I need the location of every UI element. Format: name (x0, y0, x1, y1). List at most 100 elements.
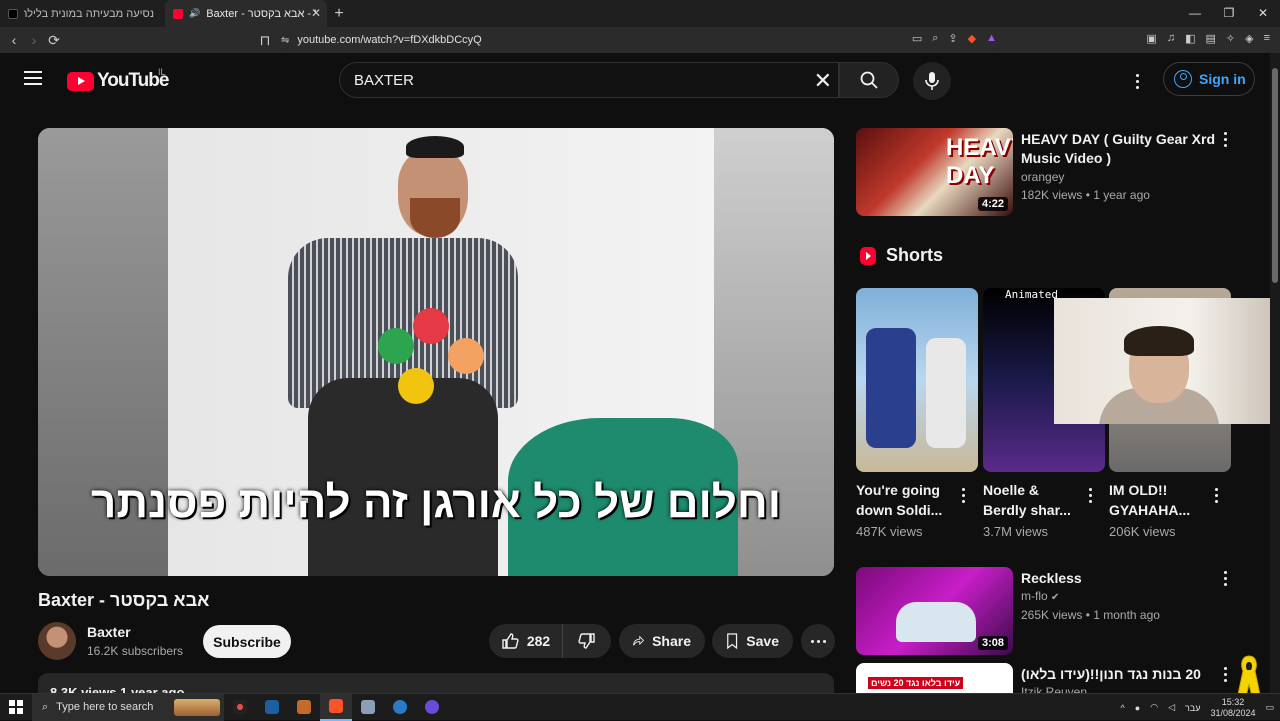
brave-browser-icon[interactable] (320, 693, 352, 721)
bookmark-save-icon (727, 633, 738, 650)
recommended-video[interactable]: HEAVYDAY 4:22 HEAVY DAY ( Guilty Gear Xr… (856, 128, 1256, 220)
short-menu-icon[interactable] (1087, 488, 1093, 503)
country-code: IL (158, 67, 166, 77)
steam-icon[interactable] (256, 694, 288, 721)
new-tab-button[interactable]: + (327, 5, 351, 23)
leo-icon[interactable]: ✧ (1226, 32, 1235, 45)
browser-menu-icon[interactable]: ≡ (1264, 32, 1270, 45)
short-views: 487K views (856, 524, 923, 539)
video-player[interactable]: וחלום של כל אורגן זה להיות פסנתר (38, 128, 834, 576)
brave-rewards-icon[interactable]: ▲ (986, 32, 997, 45)
forward-icon[interactable]: › (24, 32, 44, 48)
short-thumbnail[interactable] (856, 288, 978, 472)
recommended-video[interactable]: עידו בלאו נגד 20 נשים 20 בנות נגד חנון!!… (856, 663, 1256, 693)
rec-channel[interactable]: m-flo ✔ (1021, 589, 1059, 603)
scrollbar-thumb[interactable] (1272, 68, 1278, 283)
taskbar-app[interactable] (352, 694, 384, 721)
taskbar-search[interactable]: ⌕ Type here to search (32, 693, 224, 721)
short-views: 3.7M views (983, 524, 1049, 539)
minimize-icon[interactable]: — (1178, 0, 1212, 27)
sign-in-button[interactable]: Sign in (1163, 62, 1255, 96)
rec-title[interactable]: 20 בנות נגד חנון!!(עידו בלאו) (1021, 665, 1221, 684)
browser-tab-active[interactable]: 🔊 Baxter - אבא בקסטר - YouTube ✕ (165, 0, 327, 27)
short-title[interactable]: You're going down Soldi... (856, 480, 956, 520)
more-actions-button[interactable] (801, 624, 835, 658)
short-title[interactable]: IM OLD!! GYAHAHA... (1109, 480, 1209, 520)
reload-icon[interactable]: ⟳ (44, 32, 64, 49)
share-button[interactable]: Share (619, 624, 705, 658)
windows-logo-icon (9, 700, 23, 714)
search-input[interactable] (354, 71, 794, 89)
settings-more-icon[interactable] (1127, 69, 1147, 93)
video-thumbnail[interactable]: עידו בלאו נגד 20 נשים (856, 663, 1013, 693)
url-text[interactable]: youtube.com/watch?v=fDXdkbDCcyQ (297, 34, 481, 46)
short-title[interactable]: Noelle & Berdly shar... (983, 480, 1083, 520)
channel-name[interactable]: Baxter (87, 624, 131, 640)
clear-search-icon[interactable]: ✕ (814, 68, 832, 94)
taskbar-app[interactable] (416, 694, 448, 721)
share-page-icon[interactable]: ⇪ (948, 32, 957, 45)
hamburger-menu-icon[interactable] (24, 71, 42, 85)
video-thumbnail[interactable]: HEAVYDAY 4:22 (856, 128, 1013, 216)
rec-menu-icon[interactable] (1222, 132, 1228, 150)
restore-icon[interactable]: ❐ (1212, 0, 1246, 27)
like-button[interactable]: 282 (489, 624, 563, 658)
vpn-icon[interactable]: ◈ (1245, 32, 1253, 45)
cast-icon[interactable]: ▭ (912, 32, 922, 45)
rec-title[interactable]: HEAVY DAY ( Guilty Gear Xrd Music Video … (1021, 130, 1221, 168)
page-scrollbar[interactable] (1270, 53, 1280, 693)
system-tray: ^ ● ◠ ◁ עבר 15:32 31/08/2024 ▭ (1121, 694, 1280, 721)
tab-label: נסיעה מבעיתה במונית בלילה עם נהג (24, 7, 154, 20)
voice-search-button[interactable] (913, 62, 951, 100)
shorts-header: Shorts (860, 245, 943, 266)
video-thumbnail[interactable]: 3:08 (856, 567, 1013, 655)
clock[interactable]: 15:32 31/08/2024 (1210, 697, 1255, 719)
brave-shield-icon[interactable]: ◆ (968, 32, 976, 45)
sidebar-icon[interactable]: ▣ (1146, 32, 1156, 45)
browser-tab[interactable]: נסיעה מבעיתה במונית בלילה עם נהג (0, 0, 165, 27)
microphone-tray-icon[interactable]: ● (1135, 703, 1140, 713)
site-info-icon[interactable]: ⇋ (281, 35, 289, 46)
rec-title[interactable]: Reckless (1021, 569, 1221, 588)
thumb-art-text: Animated (1005, 288, 1058, 301)
thumbs-up-icon (502, 633, 519, 649)
ccleaner-icon[interactable] (384, 694, 416, 721)
volume-icon[interactable]: ◁ (1168, 702, 1175, 713)
short-menu-icon[interactable] (1213, 488, 1219, 503)
notification-icon[interactable]: ▭ (1265, 702, 1274, 713)
short-item[interactable]: You're going down Soldi... 487K views (856, 288, 978, 539)
close-window-icon[interactable]: ✕ (1246, 0, 1280, 27)
save-button[interactable]: Save (712, 624, 793, 658)
youtube-favicon-icon (173, 8, 183, 19)
rec-menu-icon[interactable] (1222, 571, 1228, 589)
channel-avatar[interactable] (38, 622, 76, 660)
zoom-icon[interactable]: ⌕ (932, 32, 938, 45)
short-menu-icon[interactable] (960, 488, 966, 503)
search-button[interactable] (839, 62, 899, 98)
url-field[interactable]: ⇋ youtube.com/watch?v=fDXdkbDCcyQ ▭ ⌕ ⇪ … (275, 30, 1005, 50)
close-tab-icon[interactable]: ✕ (311, 6, 321, 20)
subscribe-button[interactable]: Subscribe (203, 625, 291, 658)
webcam-person-hair (1124, 326, 1194, 356)
microphone-icon (925, 72, 939, 90)
audio-icon[interactable]: 🔊 (189, 8, 200, 19)
rec-channel[interactable]: Itzik Reuven (1021, 685, 1087, 693)
recommended-video[interactable]: 3:08 Reckless m-flo ✔ 265K views • 1 mon… (856, 567, 1256, 659)
back-icon[interactable]: ‹ (4, 32, 24, 48)
windows-start-icon[interactable] (0, 694, 32, 721)
taskbar-app[interactable] (224, 694, 256, 721)
search-box: ✕ (339, 62, 839, 98)
tray-chevron-icon[interactable]: ^ (1121, 703, 1125, 713)
rec-channel[interactable]: orangey (1021, 170, 1064, 184)
wallet-icon[interactable]: ▤ (1205, 32, 1215, 45)
bookmark-icon[interactable]: ⊓ (255, 32, 275, 49)
rec-menu-icon[interactable] (1222, 667, 1228, 685)
language-indicator[interactable]: עבר (1185, 703, 1200, 713)
windows-taskbar: ⌕ Type here to search ^ ● ◠ ◁ עבר 15:32 … (0, 693, 1280, 721)
youtube-logo[interactable]: YouTube (67, 70, 169, 92)
network-icon[interactable]: ◠ (1150, 702, 1158, 713)
taskbar-app[interactable] (288, 694, 320, 721)
dislike-button[interactable] (563, 624, 611, 658)
music-icon[interactable]: ♫ (1167, 32, 1175, 45)
reading-icon[interactable]: ◧ (1185, 32, 1195, 45)
